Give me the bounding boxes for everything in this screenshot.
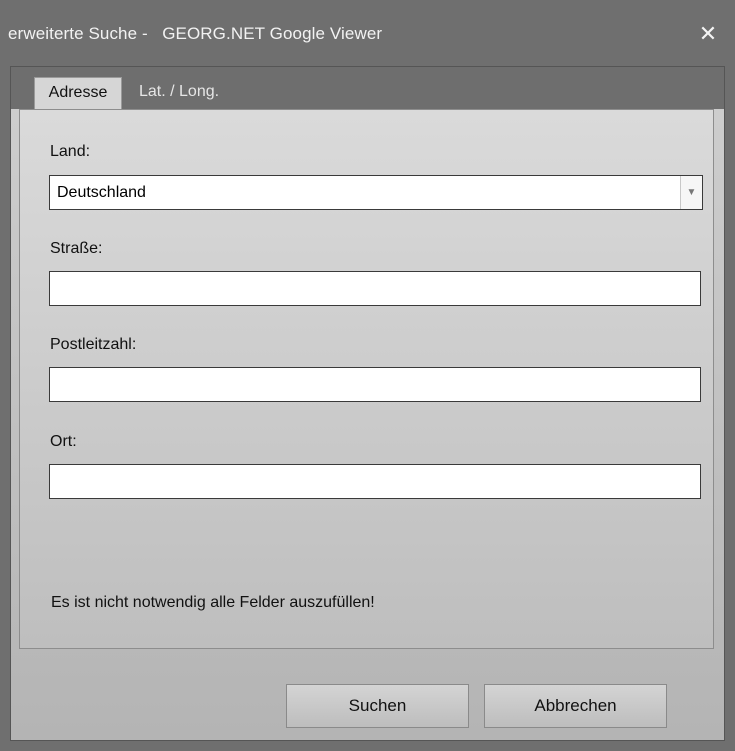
city-label: Ort: [50,433,77,450]
dialog-body: Adresse Lat. / Long. Land: Deutschland ▼… [10,66,725,741]
zip-input[interactable] [49,367,701,402]
search-button[interactable]: Suchen [286,684,469,728]
cancel-button[interactable]: Abbrechen [484,684,667,728]
zip-label: Postleitzahl: [50,336,137,353]
tab-strip: Adresse Lat. / Long. [11,67,724,109]
window-title: erweiterte Suche - GEORG.NET Google View… [8,24,383,43]
street-input[interactable] [49,271,701,306]
close-icon[interactable]: ✕ [694,20,722,48]
country-select-value: Deutschland [57,184,146,201]
street-label: Straße: [50,240,103,257]
tab-adresse[interactable]: Adresse [34,77,122,109]
title-bar[interactable]: erweiterte Suche - GEORG.NET Google View… [0,0,735,66]
chevron-down-icon[interactable]: ▼ [680,176,702,209]
city-input[interactable] [49,464,701,499]
country-label: Land: [50,143,91,160]
country-select[interactable]: Deutschland ▼ [49,175,703,210]
hint-text: Es ist nicht notwendig alle Felder auszu… [51,594,375,611]
tab-lat-long[interactable]: Lat. / Long. [129,77,229,109]
address-panel: Land: Deutschland ▼ Straße: Postleitzahl… [19,109,714,649]
dialog-window: erweiterte Suche - GEORG.NET Google View… [0,0,735,751]
